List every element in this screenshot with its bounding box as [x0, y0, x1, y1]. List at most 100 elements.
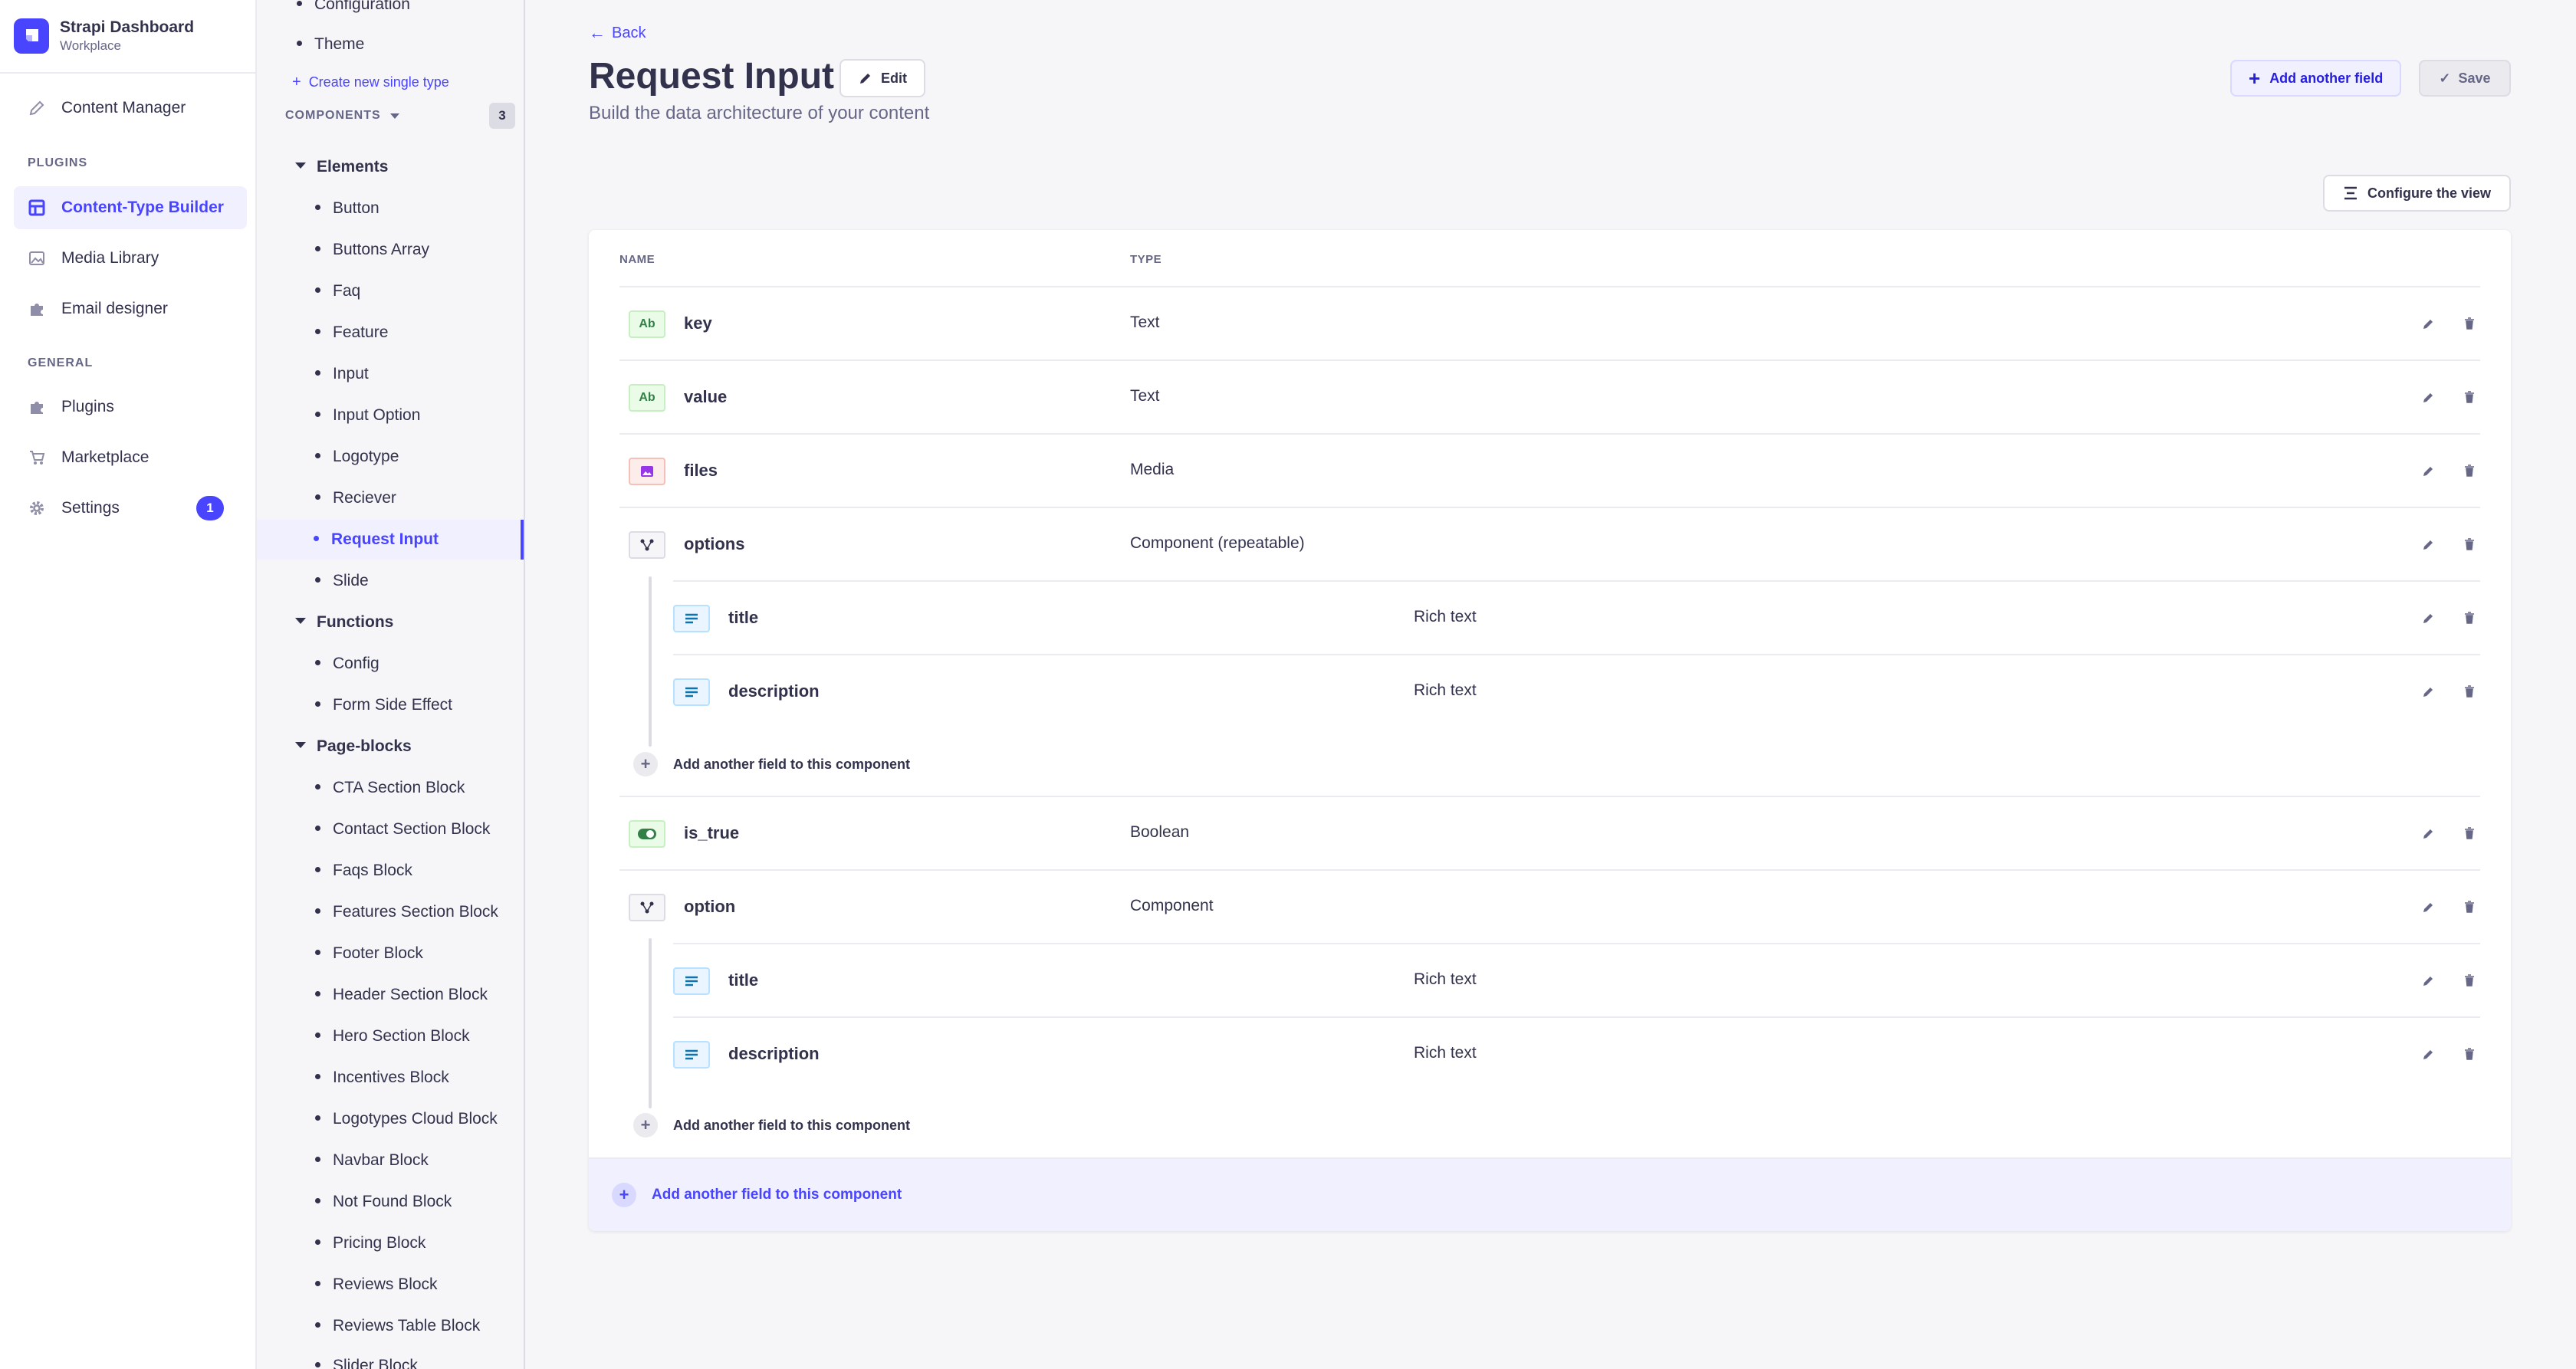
table-row[interactable]: files Media: [619, 433, 2480, 507]
main-navigation: Strapi Dashboard Workplace Content Manag…: [0, 0, 257, 1369]
delete-field-icon[interactable]: [2458, 312, 2481, 335]
edit-field-icon[interactable]: [2417, 386, 2440, 409]
add-field-to-component-link[interactable]: + Add another field to this component: [633, 752, 910, 776]
component-item[interactable]: Reviews Table Block: [315, 1317, 480, 1335]
nav-label: Media Library: [61, 249, 159, 267]
component-group-page-blocks[interactable]: Page-blocks: [295, 737, 412, 756]
nav-marketplace[interactable]: Marketplace: [14, 436, 247, 479]
field-name: title: [728, 970, 759, 990]
nav-settings[interactable]: Settings 1: [14, 487, 247, 530]
component-item[interactable]: Hero Section Block: [315, 1027, 470, 1046]
edit-field-icon[interactable]: [2417, 533, 2440, 556]
component-item[interactable]: Navbar Block: [315, 1151, 429, 1170]
layout-icon: [28, 199, 46, 217]
edit-button[interactable]: Edit: [840, 59, 925, 97]
nav-media-library[interactable]: Media Library: [14, 237, 247, 280]
delete-field-icon[interactable]: [2458, 533, 2481, 556]
add-field-to-component-footer[interactable]: + Add another field to this component: [589, 1157, 2511, 1231]
delete-field-icon[interactable]: [2458, 1042, 2481, 1065]
edit-field-icon[interactable]: [2417, 312, 2440, 335]
settings-notification-badge: 1: [196, 496, 224, 520]
table-row-nested[interactable]: description Rich text: [673, 654, 2480, 727]
nav-label: Plugins: [61, 398, 114, 415]
component-item[interactable]: Feature: [315, 323, 388, 342]
component-group-functions[interactable]: Functions: [295, 613, 393, 632]
edit-field-icon[interactable]: [2417, 606, 2440, 629]
create-single-type-link[interactable]: + Create new single type: [292, 74, 449, 91]
table-row[interactable]: option Component: [619, 869, 2480, 943]
delete-field-icon[interactable]: [2458, 969, 2481, 992]
table-row[interactable]: Ab key Text: [619, 286, 2480, 359]
nav-content-type-builder[interactable]: Content-Type Builder: [14, 186, 247, 229]
delete-field-icon[interactable]: [2458, 606, 2481, 629]
edit-field-icon[interactable]: [2417, 822, 2440, 845]
nav-content-manager[interactable]: Content Manager: [14, 87, 247, 130]
edit-field-icon[interactable]: [2417, 895, 2440, 918]
component-item[interactable]: Not Found Block: [315, 1193, 452, 1211]
add-another-field-button[interactable]: + Add another field: [2230, 60, 2402, 97]
edit-field-icon[interactable]: [2417, 680, 2440, 703]
field-type: Rich text: [1414, 970, 1477, 988]
field-name: options: [684, 534, 745, 553]
single-type-item[interactable]: Theme: [297, 35, 364, 54]
edit-field-icon[interactable]: [2417, 459, 2440, 482]
chevron-down-icon: [389, 113, 399, 119]
edit-field-icon[interactable]: [2417, 1042, 2440, 1065]
component-item[interactable]: Logotype: [315, 448, 399, 466]
delete-field-icon[interactable]: [2458, 895, 2481, 918]
component-item[interactable]: Reviews Block: [315, 1275, 438, 1294]
nav-email-designer[interactable]: Email designer: [14, 287, 247, 330]
cart-icon: [28, 448, 46, 467]
component-group-elements[interactable]: Elements: [295, 158, 388, 176]
component-item[interactable]: Config: [315, 655, 380, 673]
component-item[interactable]: Footer Block: [315, 944, 423, 963]
components-section-header[interactable]: COMPONENTS 3: [285, 103, 515, 129]
add-field-to-component-link[interactable]: + Add another field to this component: [633, 1113, 910, 1138]
component-item[interactable]: Reciever: [315, 489, 396, 507]
field-type: Component: [1130, 897, 1214, 914]
table-row-nested[interactable]: title Rich text: [673, 580, 2480, 654]
component-item[interactable]: Slide: [315, 572, 369, 590]
table-row[interactable]: Ab value Text: [619, 359, 2480, 433]
text-field-icon: Ab: [629, 384, 665, 412]
table-row-nested[interactable]: description Rich text: [673, 1016, 2480, 1090]
table-row[interactable]: is_true Boolean: [619, 796, 2480, 869]
component-item[interactable]: Contact Section Block: [315, 820, 490, 839]
component-item[interactable]: Faq: [315, 282, 360, 300]
table-row[interactable]: options Component (repeatable): [619, 507, 2480, 580]
single-type-item[interactable]: Configuration: [297, 0, 410, 14]
component-item[interactable]: Input Option: [315, 406, 420, 425]
edit-field-icon[interactable]: [2417, 969, 2440, 992]
field-name: title: [728, 608, 759, 627]
component-item[interactable]: Incentives Block: [315, 1069, 449, 1087]
component-item[interactable]: Header Section Block: [315, 986, 488, 1004]
save-button[interactable]: ✓ Save: [2419, 60, 2511, 97]
component-item[interactable]: Input: [315, 365, 369, 383]
delete-field-icon[interactable]: [2458, 459, 2481, 482]
component-field-icon: [629, 531, 665, 559]
delete-field-icon[interactable]: [2458, 822, 2481, 845]
nav-label: Marketplace: [61, 448, 150, 466]
component-item-active[interactable]: Request Input: [257, 520, 524, 560]
table-row-nested[interactable]: title Rich text: [673, 943, 2480, 1016]
component-item[interactable]: Pricing Block: [315, 1234, 426, 1252]
component-item[interactable]: Button: [315, 199, 380, 218]
back-link[interactable]: ← Back: [589, 23, 646, 43]
configure-view-button[interactable]: Configure the view: [2323, 175, 2511, 212]
delete-field-icon[interactable]: [2458, 680, 2481, 703]
component-item[interactable]: Buttons Array: [315, 241, 429, 259]
component-item[interactable]: CTA Section Block: [315, 779, 465, 797]
nav-plugins[interactable]: Plugins: [14, 386, 247, 428]
brand-header[interactable]: Strapi Dashboard Workplace: [0, 0, 255, 74]
field-type: Rich text: [1414, 681, 1477, 699]
component-item[interactable]: Form Side Effect: [315, 696, 452, 714]
component-item[interactable]: Faqs Block: [315, 862, 412, 880]
main-content: ← Back Request Input Edit Build the data…: [525, 0, 2576, 1369]
nav-label: Email designer: [61, 300, 168, 317]
component-item[interactable]: Features Section Block: [315, 903, 498, 921]
nav-label: Settings: [61, 499, 120, 517]
field-name: description: [728, 1044, 820, 1063]
component-item[interactable]: Slider Block: [315, 1357, 418, 1369]
component-item[interactable]: Logotypes Cloud Block: [315, 1110, 498, 1128]
delete-field-icon[interactable]: [2458, 386, 2481, 409]
